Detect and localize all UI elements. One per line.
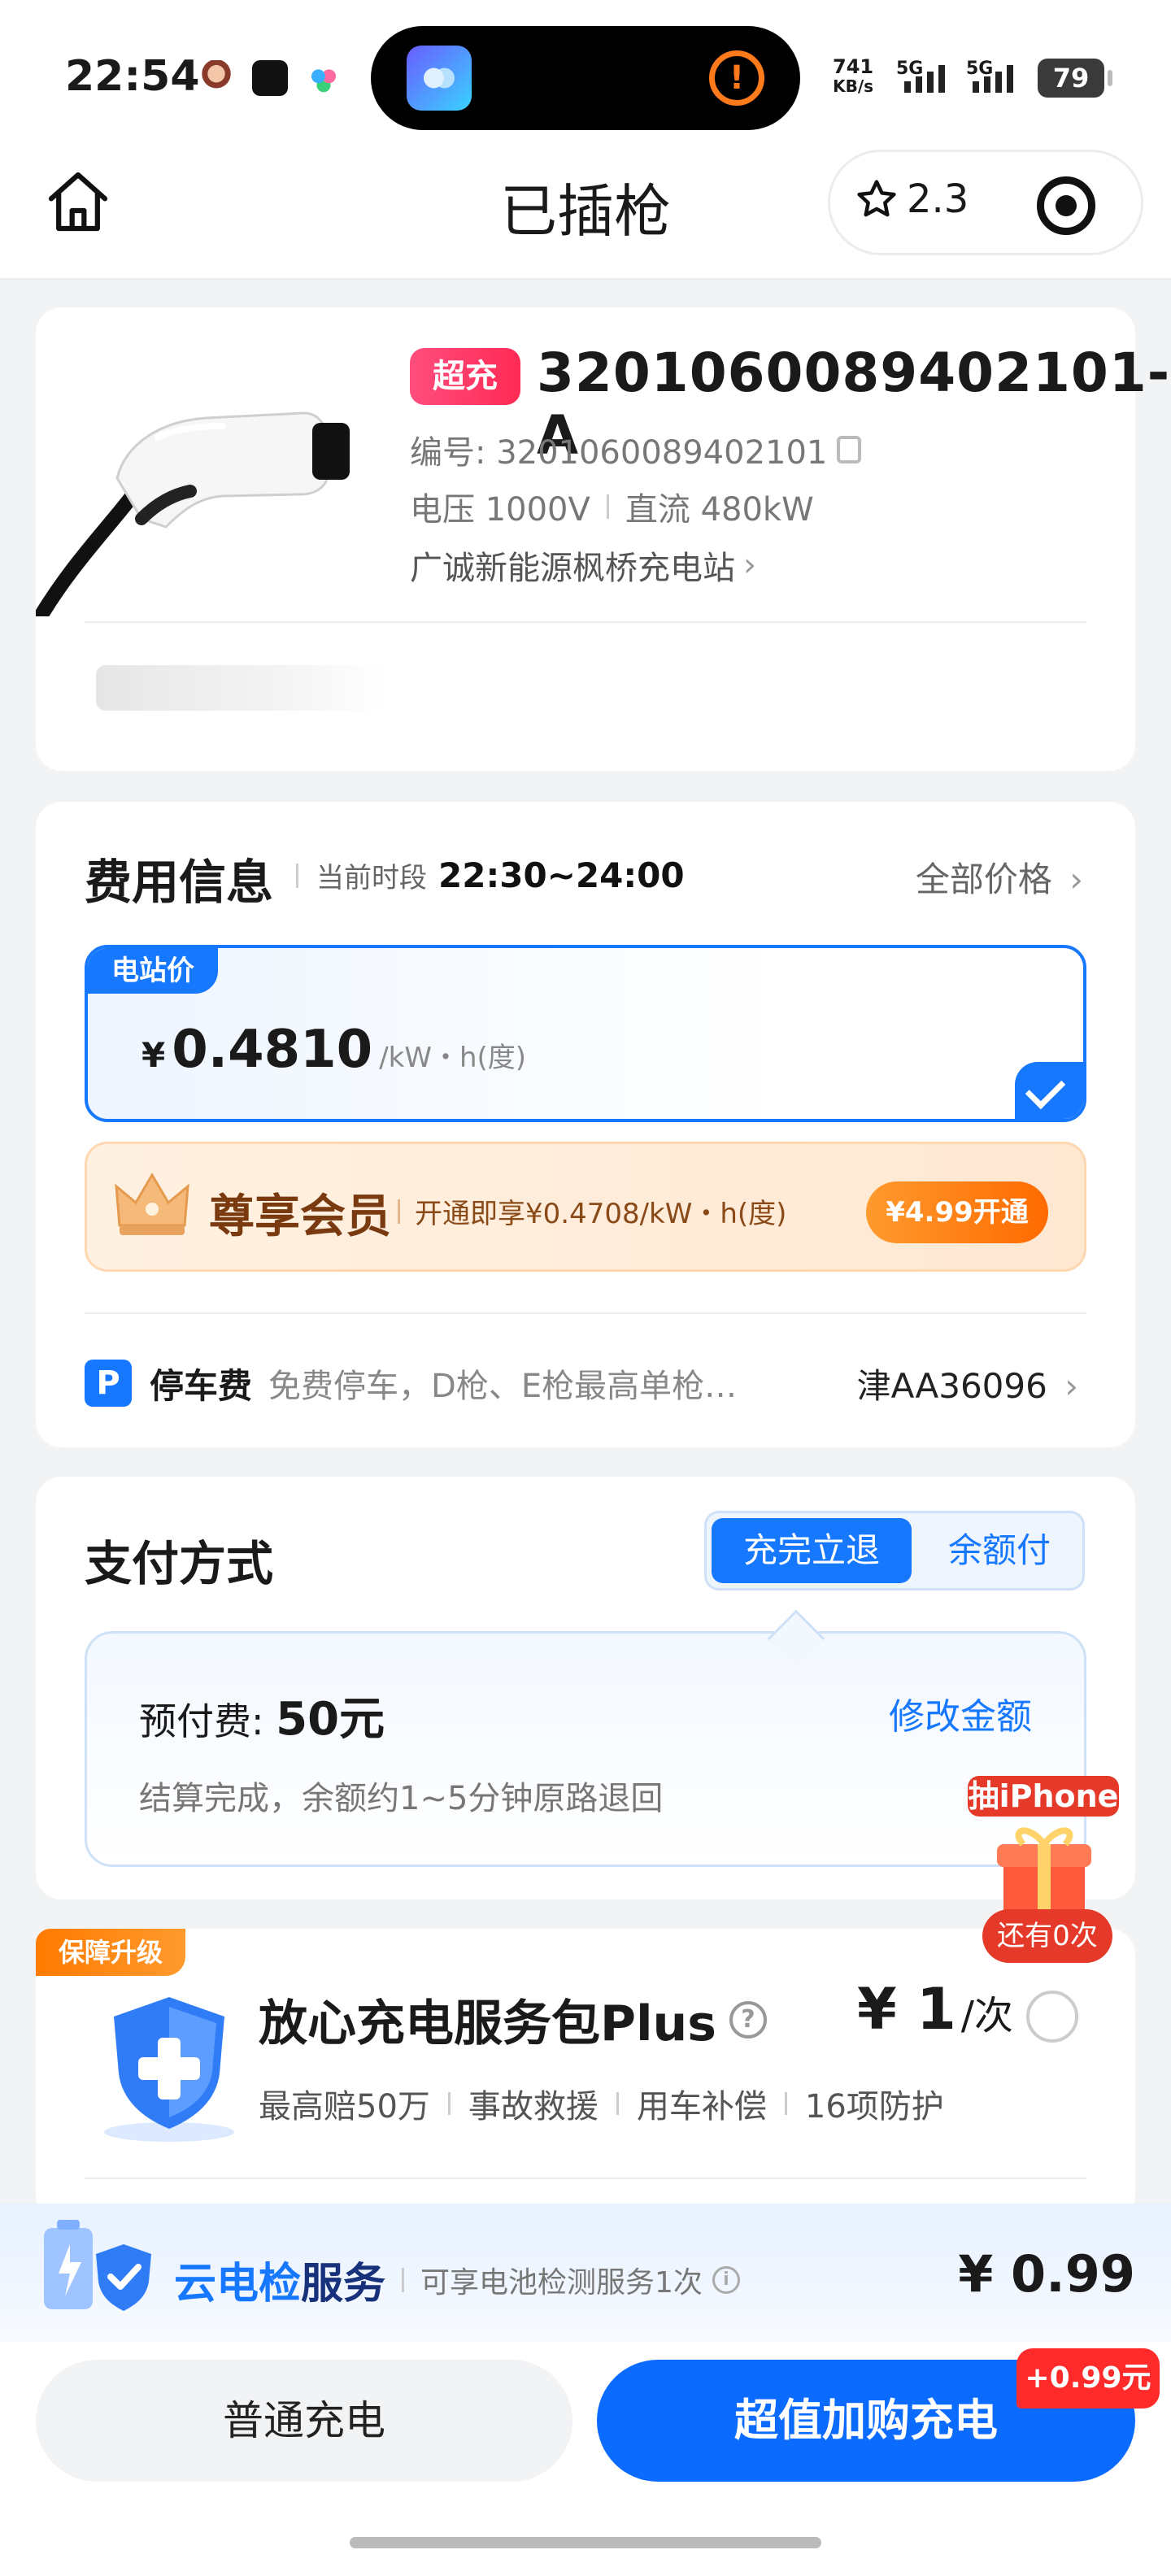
- spec-row: 电压 1000V 直流 480kW: [410, 483, 814, 530]
- divider: [85, 1312, 1086, 1314]
- vip-banner[interactable]: 尊享会员 开通即享¥0.4708/kW・h(度) ¥4.99开通: [85, 1142, 1086, 1272]
- fee-card: 费用信息 当前时段 22:30~24:00 全部价格 › 电站价 ¥ 0.481…: [36, 802, 1135, 1447]
- bottom-action-bar: 普通充电 超值加购充电 +0.99元: [0, 2342, 1171, 2576]
- chevron-right-icon: ›: [743, 546, 756, 584]
- battery-indicator: 79: [1038, 59, 1112, 98]
- battery-shield-icon: [44, 2220, 151, 2311]
- all-prices-link[interactable]: 全部价格 ›: [916, 852, 1083, 902]
- vip-desc: 开通即享¥0.4708/kW・h(度): [415, 1198, 787, 1230]
- lottery-remaining: 还有0次: [982, 1909, 1112, 1963]
- chevron-right-icon: ›: [1069, 859, 1083, 899]
- divider: [85, 2178, 1086, 2179]
- cloud-check-desc: 可享电池检测服务1次: [420, 2266, 703, 2300]
- pile-code: 编号: 3201060089402101: [410, 434, 828, 472]
- star-icon: [857, 180, 896, 217]
- cloud-check-desc-row: 可享电池检测服务1次 i: [402, 2259, 740, 2301]
- signal-bars-icon: [973, 65, 1013, 93]
- super-charge-badge: 超充: [410, 348, 520, 405]
- shield-plus-icon: [104, 1997, 234, 2142]
- lottery-label[interactable]: 抽iPhone: [968, 1776, 1119, 1817]
- extra-price-badge: +0.99元: [1016, 2348, 1160, 2408]
- cloud-check-title: 云电检服务: [174, 2260, 386, 2308]
- rating-value: 2.3: [907, 176, 969, 222]
- avatar-icon: [198, 60, 234, 96]
- vip-title: 尊享会员: [209, 1190, 391, 1243]
- prepay-label: 预付费: 50元: [139, 1693, 385, 1746]
- plate-number: 津AA36096: [856, 1365, 1047, 1406]
- blurred-placeholder: [96, 665, 389, 711]
- copy-icon[interactable]: [837, 436, 862, 463]
- cloud-check-price: ¥ 0.99: [958, 2244, 1135, 2304]
- mini-program-capsule: 2.3: [828, 150, 1143, 255]
- chevron-right-icon: ›: [1064, 1365, 1078, 1406]
- payment-title: 支付方式: [85, 1536, 274, 1591]
- guarantee-upgrade-tag: 保障升级: [36, 1929, 185, 1976]
- app-logo-icon: [407, 46, 472, 111]
- station-name: 广诚新能源枫桥充电站: [410, 550, 735, 587]
- signal-bars-icon: [904, 65, 945, 93]
- plus-select-radio[interactable]: [1026, 1991, 1078, 2043]
- info-icon[interactable]: i: [712, 2266, 740, 2294]
- status-time: 22:54: [65, 52, 200, 101]
- plus-features: 最高赔50万 事故救援 用车补偿 16项防护: [259, 2088, 944, 2126]
- fee-title: 费用信息: [85, 855, 274, 910]
- warning-icon: !: [709, 50, 764, 106]
- prepay-amount: 50元: [276, 1693, 385, 1746]
- tab-balance-pay[interactable]: 余额付: [918, 1518, 1081, 1583]
- crown-icon: [115, 1173, 189, 1235]
- parking-icon: P: [85, 1360, 132, 1407]
- pile-code-row: 编号: 3201060089402101: [410, 426, 862, 473]
- price-number: 0.4810: [172, 1020, 373, 1080]
- parking-desc: 免费停车，D枪、E枪最高单枪…: [268, 1368, 738, 1405]
- help-icon[interactable]: ?: [729, 2000, 767, 2039]
- tab-refund-after-charge[interactable]: 充完立退: [712, 1518, 912, 1583]
- rating-button[interactable]: 2.3: [855, 176, 969, 222]
- home-indicator: [350, 2537, 821, 2548]
- status-bar: 22:54 ! 741 KB/s 5G 5G 79: [0, 0, 1171, 143]
- period-label: 当前时段: [316, 862, 427, 894]
- station-price-option[interactable]: 电站价 ¥ 0.4810 /kW・h(度): [85, 945, 1086, 1122]
- cloud-battery-check-bar[interactable]: 云电检服务 可享电池检测服务1次 i ¥ 0.99: [0, 2204, 1171, 2342]
- payment-mode-toggle: 充完立退 余额付: [704, 1511, 1085, 1590]
- vip-open-button[interactable]: ¥4.99开通: [866, 1181, 1048, 1243]
- station-price-tag: 电站价: [88, 948, 218, 994]
- checkmark-icon: [1015, 1062, 1083, 1119]
- refund-note: 结算完成，余额约1~5分钟原路退回: [139, 1780, 664, 1817]
- close-target-icon[interactable]: [1037, 176, 1095, 235]
- plate-selector[interactable]: 津AA36096 ›: [857, 1359, 1078, 1408]
- prepay-box: 预付费: 50元 修改金额 结算完成，余额约1~5分钟原路退回: [85, 1631, 1086, 1867]
- station-link[interactable]: 广诚新能源枫桥充电站 ›: [410, 542, 756, 589]
- dynamic-island: !: [371, 26, 800, 130]
- normal-charge-button[interactable]: 普通充电: [36, 2360, 572, 2482]
- net-speed: 741 KB/s: [833, 55, 874, 96]
- parking-row[interactable]: P 停车费 免费停车，D枪、E枪最高单枪… 津AA36096 ›: [85, 1355, 1086, 1412]
- nav-bar: 已插枪 2.3: [0, 143, 1171, 280]
- app-x-icon: [252, 60, 288, 96]
- vip-desc-row: 开通即享¥0.4708/kW・h(度): [398, 1191, 786, 1231]
- edit-amount-link[interactable]: 修改金额: [889, 1687, 1032, 1739]
- current-period: 当前时段 22:30~24:00: [296, 855, 685, 895]
- voltage: 电压 1000V: [410, 491, 590, 529]
- station-card: 超充 3201060089402101-A 编号: 32010600894021…: [36, 307, 1169, 771]
- price-unit: /kW・h(度): [379, 1042, 527, 1074]
- power: 直流 480kW: [625, 491, 814, 529]
- price-value: ¥ 0.4810 /kW・h(度): [141, 1020, 527, 1080]
- period-time: 22:30~24:00: [438, 855, 685, 895]
- payment-card: 支付方式 充完立退 余额付 预付费: 50元 修改金额 结算完成，余额约1~5分…: [36, 1477, 1135, 1899]
- parking-label: 停车费: [150, 1365, 253, 1406]
- plus-price: ¥ 1/次: [857, 1976, 1013, 2043]
- cloud-app-icon: [306, 60, 342, 96]
- gift-box-icon[interactable]: [987, 1818, 1101, 1924]
- divider: [85, 621, 1086, 623]
- charging-gun-image: [36, 411, 350, 616]
- plus-title: 放心充电服务包Plus ?: [259, 1984, 767, 2055]
- plus-service-card[interactable]: 保障升级 放心充电服务包Plus ? ¥ 1/次 最高赔50万 事故救援 用车补…: [36, 1929, 1135, 2221]
